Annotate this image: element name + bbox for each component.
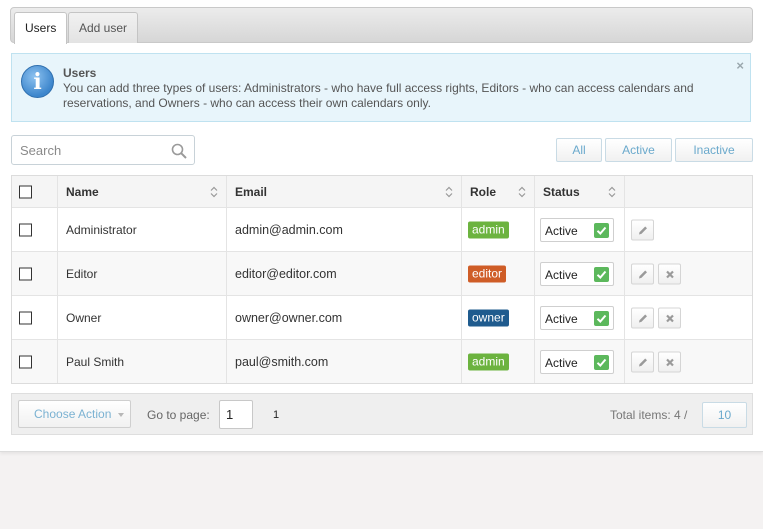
table-row: Paul Smith paul@smith.com admin Active: [12, 339, 752, 383]
column-role[interactable]: Role: [461, 176, 534, 207]
search-input[interactable]: [18, 141, 168, 159]
edit-button[interactable]: [631, 307, 654, 328]
pencil-icon: [639, 314, 647, 322]
delete-button[interactable]: [658, 351, 681, 372]
status-text: Active: [545, 355, 578, 370]
user-name: Administrator: [66, 222, 137, 237]
user-email: owner@owner.com: [235, 310, 343, 325]
table-row: Administrator admin@admin.com admin Active: [12, 207, 752, 251]
column-status[interactable]: Status: [534, 176, 624, 207]
pencil-icon: [639, 226, 647, 234]
status-text: Active: [545, 311, 578, 326]
chevron-down-icon: [118, 413, 124, 417]
row-checkbox[interactable]: [19, 311, 32, 324]
sort-icon: [608, 186, 616, 197]
sort-icon: [445, 186, 453, 197]
user-email: paul@smith.com: [235, 354, 329, 369]
users-panel: Users Add user i Users You can add three…: [0, 0, 763, 452]
user-name: Editor: [66, 266, 98, 281]
close-icon: [666, 314, 674, 322]
info-title: Users: [63, 66, 97, 80]
users-table: Name Email Role Status Administrator admi…: [11, 175, 753, 384]
status-text: Active: [545, 267, 578, 282]
status-select[interactable]: Active: [540, 261, 614, 286]
close-icon[interactable]: ×: [736, 58, 744, 73]
info-message: i Users You can add three types of users…: [11, 53, 751, 122]
user-name: Paul Smith: [66, 354, 125, 369]
row-checkbox[interactable]: [19, 267, 32, 280]
page-link[interactable]: 1: [273, 409, 279, 421]
check-icon: [594, 266, 609, 282]
close-icon: [666, 270, 674, 278]
status-select[interactable]: Active: [540, 305, 614, 330]
sort-icon: [210, 186, 218, 197]
user-email: editor@editor.com: [235, 266, 337, 281]
goto-page-label: Go to page:: [147, 408, 210, 422]
column-name[interactable]: Name: [57, 176, 226, 207]
user-email: admin@admin.com: [235, 222, 343, 237]
role-badge: admin: [468, 353, 509, 370]
pencil-icon: [639, 358, 647, 366]
per-page-button[interactable]: 10: [702, 402, 747, 428]
sort-icon: [518, 186, 526, 197]
column-email[interactable]: Email: [226, 176, 461, 207]
table-row: Owner owner@owner.com owner Active: [12, 295, 752, 339]
table-body: Administrator admin@admin.com admin Active E…: [12, 207, 752, 383]
filter-active-button[interactable]: Active: [605, 138, 672, 162]
role-badge: editor: [468, 265, 507, 282]
table-row: Editor editor@editor.com editor Active: [12, 251, 752, 295]
filter-inactive-button[interactable]: Inactive: [675, 138, 753, 162]
search-icon[interactable]: [171, 143, 187, 159]
row-checkbox[interactable]: [19, 223, 32, 236]
column-actions: [624, 176, 752, 207]
status-text: Active: [545, 223, 578, 238]
role-badge: admin: [468, 221, 509, 238]
tab-add-user[interactable]: Add user: [68, 12, 139, 43]
info-text: You can add three types of users: Admini…: [63, 81, 694, 110]
status-select[interactable]: Active: [540, 349, 614, 374]
search-box: [11, 135, 195, 165]
edit-button[interactable]: [631, 351, 654, 372]
select-all-checkbox[interactable]: [19, 185, 32, 198]
check-icon: [594, 310, 609, 326]
row-checkbox[interactable]: [19, 355, 32, 368]
filter-all-button[interactable]: All: [556, 138, 602, 162]
table-header: Name Email Role Status: [12, 176, 752, 207]
edit-button[interactable]: [631, 219, 654, 240]
user-name: Owner: [66, 310, 102, 325]
tab-users[interactable]: Users: [14, 12, 68, 44]
status-select[interactable]: Active: [540, 217, 614, 242]
edit-button[interactable]: [631, 263, 654, 284]
delete-button[interactable]: [658, 263, 681, 284]
table-footer: Choose Action Go to page: 1 Total items:…: [11, 393, 753, 435]
total-items: Total items: 4 /: [610, 408, 688, 422]
tab-bar: Users Add user: [10, 7, 753, 44]
choose-action-dropdown[interactable]: Choose Action: [18, 400, 131, 428]
goto-page-input[interactable]: [219, 400, 253, 429]
info-icon: i: [21, 65, 54, 98]
close-icon: [666, 358, 674, 366]
role-badge: owner: [468, 309, 509, 326]
pencil-icon: [639, 270, 647, 278]
delete-button[interactable]: [658, 307, 681, 328]
check-icon: [594, 222, 609, 238]
check-icon: [594, 354, 609, 370]
